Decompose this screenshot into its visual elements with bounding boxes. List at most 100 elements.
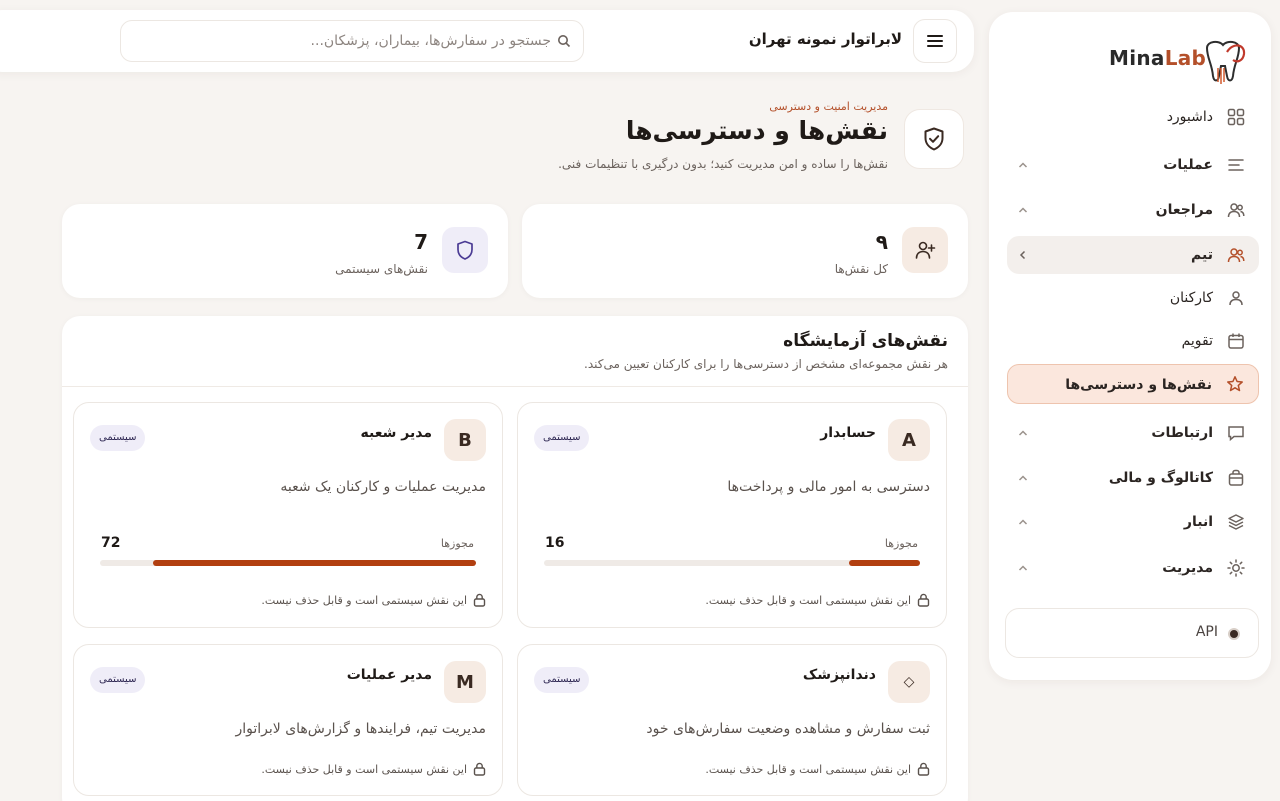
calendar-icon	[1228, 333, 1244, 349]
top-header: لابراتوار نمونه تهران	[0, 10, 974, 72]
lock-icon	[917, 593, 930, 607]
permissions-label: مجوزها	[884, 537, 918, 550]
sidebar-item-label: نقش‌ها و دسترسی‌ها	[1065, 377, 1212, 393]
chevron-up-icon	[1018, 207, 1028, 213]
role-description: دسترسی به امور مالی و پرداخت‌ها	[727, 479, 930, 495]
sidebar-item-label: مراجعان	[1155, 202, 1213, 218]
team-icon	[1227, 248, 1245, 263]
list-icon	[1228, 159, 1244, 171]
brand-logo[interactable]: MinaLab	[1109, 36, 1254, 88]
stat-value: ۹	[875, 230, 888, 254]
api-status-dot	[1228, 628, 1240, 640]
panel-title: نقش‌های آزمایشگاه	[783, 331, 948, 351]
sidebar-item-catalog[interactable]: کاتالوگ و مالی	[1007, 459, 1259, 497]
lock-note-text: این نقش سیستمی است و قابل حذف نیست.	[261, 762, 467, 776]
permissions-progress-fill	[848, 560, 920, 566]
sidebar-item-operations[interactable]: عملیات	[1007, 146, 1259, 184]
star-icon	[1227, 376, 1243, 392]
stat-card-total-roles: ۹ کل نقش‌ها	[522, 204, 968, 298]
search-input[interactable]	[131, 21, 551, 61]
sidebar-item-team[interactable]: تیم	[1007, 236, 1259, 274]
sidebar-item-staff[interactable]: کارکنان	[1007, 279, 1259, 317]
sidebar-item-label: مدیریت	[1162, 560, 1213, 576]
permissions-count: 72	[101, 535, 121, 551]
users-icon	[1227, 203, 1245, 218]
sidebar-item-clients[interactable]: مراجعان	[1007, 191, 1259, 229]
role-lock-note: این نقش سیستمی است و قابل حذف نیست.	[705, 593, 930, 607]
role-card-dentist[interactable]: ◇ دندانپزشک سیستمی ثبت سفارش و مشاهده وض…	[517, 644, 947, 796]
sidebar-item-roles[interactable]: نقش‌ها و دسترسی‌ها	[1007, 364, 1259, 404]
role-avatar: A	[888, 419, 930, 461]
sidebar-item-label: تقویم	[1181, 333, 1213, 349]
api-label: API	[1195, 624, 1218, 640]
grid-icon	[1227, 108, 1245, 126]
role-name: مدیر عملیات	[346, 667, 432, 683]
stat-label: کل نقش‌ها	[834, 262, 888, 276]
permissions-progress-fill	[152, 560, 476, 566]
role-avatar: ◇	[888, 661, 930, 703]
lock-note-text: این نقش سیستمی است و قابل حذف نیست.	[705, 762, 911, 776]
role-card-branch-manager[interactable]: B مدیر شعبه سیستمی مدیریت عملیات و کارکن…	[73, 402, 503, 628]
user-plus-icon	[915, 241, 936, 259]
search-box[interactable]	[120, 20, 584, 62]
page-shield-badge	[904, 109, 964, 169]
stat-value: 7	[414, 230, 428, 254]
role-name: حسابدار	[820, 425, 876, 441]
api-status[interactable]: API	[1005, 608, 1259, 658]
sidebar-item-dashboard[interactable]: داشبورد	[1007, 98, 1259, 136]
bag-icon	[1228, 469, 1244, 486]
shield-check-icon	[924, 127, 944, 151]
role-card-operations-manager[interactable]: M مدیر عملیات سیستمی مدیریت تیم، فراینده…	[73, 644, 503, 796]
sidebar-item-label: کاتالوگ و مالی	[1108, 470, 1213, 486]
roles-panel: نقش‌های آزمایشگاه هر نقش مجموعه‌ای مشخص …	[62, 316, 968, 801]
chevron-up-icon	[1018, 519, 1028, 525]
system-badge: سیستمی	[90, 667, 146, 693]
chevron-left-icon	[1019, 250, 1026, 260]
user-icon	[1229, 291, 1243, 306]
search-icon	[558, 35, 571, 48]
chevron-up-icon	[1018, 565, 1028, 571]
system-badge: سیستمی	[534, 425, 590, 451]
role-avatar: B	[444, 419, 486, 461]
role-lock-note: این نقش سیستمی است و قابل حذف نیست.	[705, 762, 930, 776]
chevron-up-icon	[1018, 475, 1028, 481]
role-card-accountant[interactable]: A حسابدار سیستمی دسترسی به امور مالی و پ…	[517, 402, 947, 628]
sidebar-item-communications[interactable]: ارتباطات	[1007, 414, 1259, 452]
role-description: مدیریت عملیات و کارکنان یک شعبه	[280, 479, 486, 495]
stat-card-system-roles: 7 نقش‌های سیستمی	[62, 204, 508, 298]
sidebar-item-calendar[interactable]: تقویم	[1007, 322, 1259, 360]
hamburger-icon	[927, 35, 943, 47]
lock-icon	[917, 762, 930, 776]
panel-subtitle: هر نقش مجموعه‌ای مشخص از دسترسی‌ها را بر…	[584, 357, 948, 371]
stat-label: نقش‌های سیستمی	[335, 262, 428, 276]
lock-icon	[473, 762, 486, 776]
page-title: نقش‌ها و دسترسی‌ها	[625, 116, 888, 145]
sidebar-item-label: عملیات	[1163, 157, 1213, 173]
system-badge: سیستمی	[90, 425, 146, 451]
lock-icon	[473, 593, 486, 607]
page-subtitle: نقش‌ها را ساده و امن مدیریت کنید؛ بدون د…	[558, 157, 888, 171]
role-lock-note: این نقش سیستمی است و قابل حذف نیست.	[261, 593, 486, 607]
permissions-label: مجوزها	[440, 537, 474, 550]
sun-icon	[1227, 559, 1245, 577]
brand-name: MinaLab	[1109, 46, 1207, 70]
sidebar: MinaLab داشبورد عملیات مراجعان تیم کارکن…	[989, 12, 1271, 680]
lock-note-text: این نقش سیستمی است و قابل حذف نیست.	[261, 593, 467, 607]
role-avatar: M	[444, 661, 486, 703]
menu-toggle-button[interactable]	[913, 19, 957, 63]
sidebar-item-label: داشبورد	[1166, 109, 1213, 125]
tooth-logo-icon	[1205, 40, 1246, 84]
permissions-progress	[544, 560, 920, 566]
layers-icon	[1228, 514, 1244, 530]
chevron-up-icon	[1018, 162, 1028, 168]
permissions-progress	[100, 560, 476, 566]
stat-icon-box	[902, 227, 948, 273]
stat-icon-box	[442, 227, 488, 273]
shield-icon	[457, 240, 473, 260]
role-description: مدیریت تیم، فرایندها و گزارش‌های لابراتو…	[235, 721, 486, 737]
sidebar-item-inventory[interactable]: انبار	[1007, 503, 1259, 541]
sidebar-item-management[interactable]: مدیریت	[1007, 549, 1259, 587]
sidebar-item-label: انبار	[1183, 514, 1213, 530]
panel-divider	[62, 386, 968, 387]
role-description: ثبت سفارش و مشاهده وضعیت سفارش‌های خود	[646, 721, 930, 737]
